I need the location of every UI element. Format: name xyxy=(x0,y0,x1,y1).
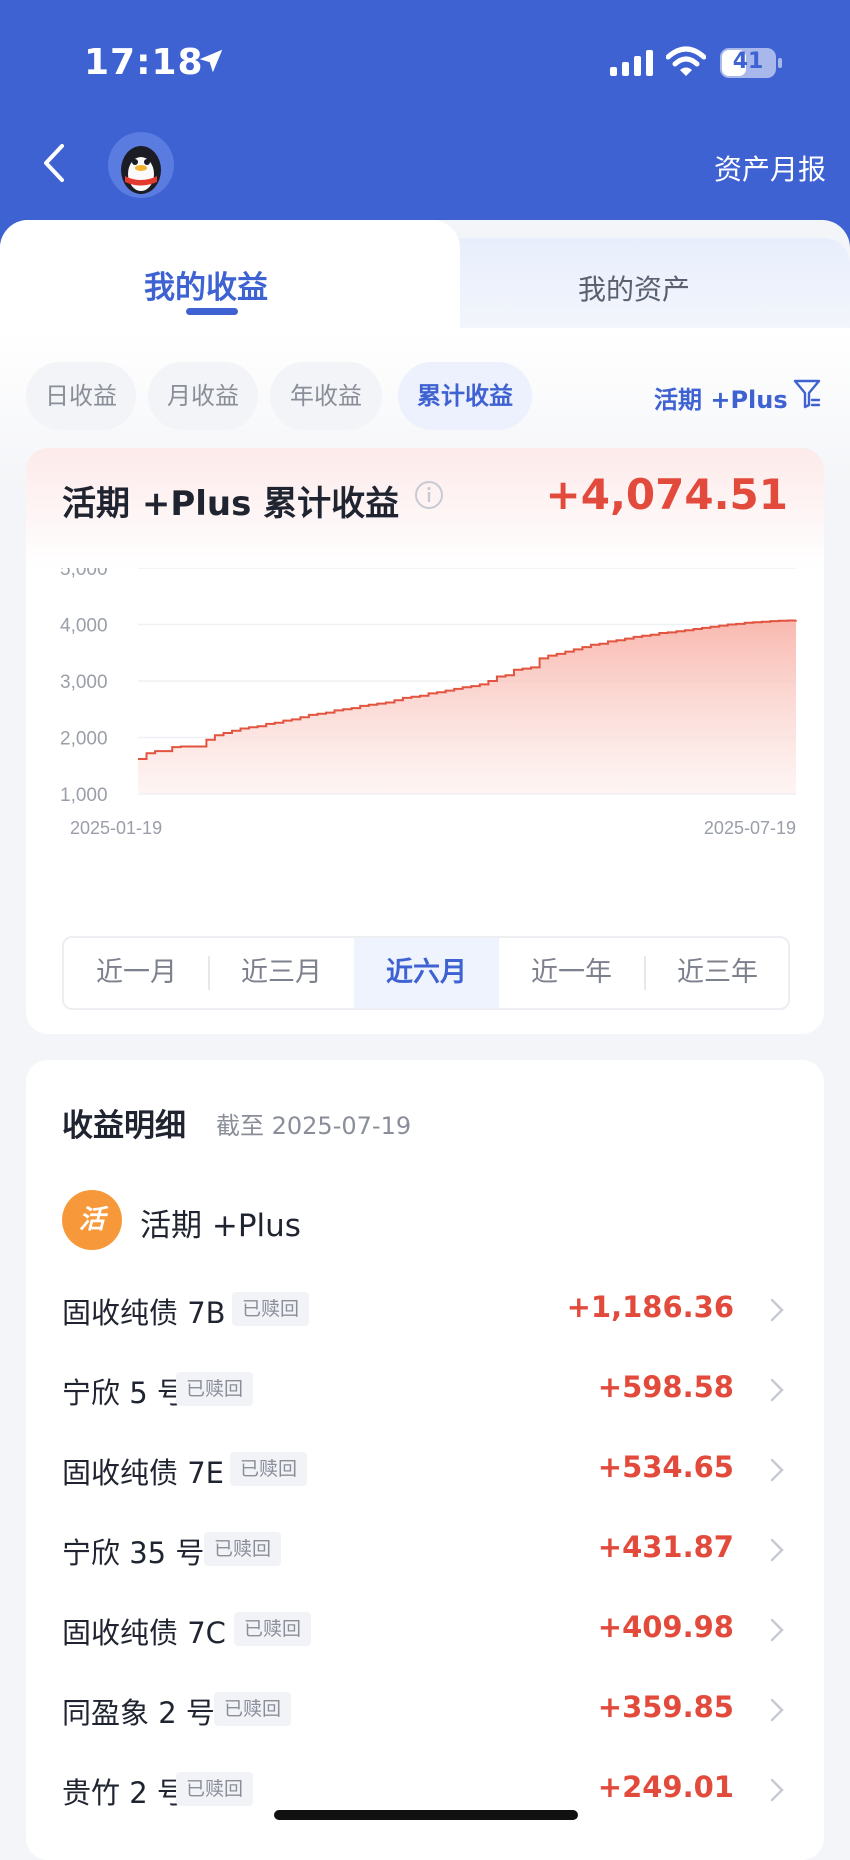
time-range-selector: 近一月 近三月 近六月 近一年 近三年 xyxy=(62,936,790,1010)
item-value: +249.01 xyxy=(597,1770,734,1804)
item-name: 固收纯债 7C xyxy=(62,1616,226,1650)
item-status-tag: 已赎回 xyxy=(232,1292,310,1326)
chip-cumulative[interactable]: 累计收益 xyxy=(398,362,532,430)
chip-yearly[interactable]: 年收益 xyxy=(270,362,382,430)
cumulative-earnings-card: 活期 +Plus 累计收益 +4,074.51 5,000 4,000 3,000 2… xyxy=(26,448,824,1034)
chevron-right-icon xyxy=(770,1378,784,1402)
list-item[interactable]: 固收纯债 7E 已赎回 +534.65 xyxy=(26,1428,824,1508)
list-item[interactable]: 固收纯债 7B 已赎回 +1,186.36 xyxy=(26,1268,824,1348)
chevron-right-icon xyxy=(770,1458,784,1482)
back-chevron-icon[interactable] xyxy=(34,138,74,188)
earnings-detail-card: 收益明细 截至 2025-07-19 活 活期 +Plus 固收纯债 7B 已赎… xyxy=(26,1060,824,1860)
x-end-label: 2025-07-19 xyxy=(704,818,796,838)
battery-icon: 41 xyxy=(720,48,782,78)
item-name: 固收纯债 7B xyxy=(62,1296,226,1330)
chip-monthly[interactable]: 月收益 xyxy=(148,362,258,430)
chart-area xyxy=(138,620,796,794)
tab-my-earnings[interactable]: 我的收益 xyxy=(144,262,268,307)
list-item[interactable]: 同盈象 2 号 已赎回 +359.85 xyxy=(26,1668,824,1748)
summary-title: 活期 +Plus 累计收益 xyxy=(62,484,400,524)
chevron-right-icon xyxy=(770,1618,784,1642)
status-time: 17:18 xyxy=(84,42,204,83)
range-6m[interactable]: 近六月 xyxy=(354,938,499,1008)
item-status-tag: 已赎回 xyxy=(204,1532,282,1566)
product-filter-label[interactable]: 活期 +Plus xyxy=(654,380,788,415)
item-name: 宁欣 35 号 xyxy=(62,1536,205,1570)
location-arrow-icon xyxy=(199,49,223,73)
item-value: +359.85 xyxy=(597,1690,734,1724)
item-status-tag: 已赎回 xyxy=(214,1692,292,1726)
item-status-tag: 已赎回 xyxy=(234,1612,312,1646)
list-item[interactable]: 宁欣 5 号 已赎回 +598.58 xyxy=(26,1348,824,1428)
chip-daily[interactable]: 日收益 xyxy=(26,362,136,430)
status-bar: 17:18 41 xyxy=(0,0,850,120)
wifi-icon xyxy=(666,46,706,76)
list-item[interactable]: 宁欣 35 号 已赎回 +431.87 xyxy=(26,1508,824,1588)
chevron-right-icon xyxy=(770,1698,784,1722)
list-item[interactable]: 固收纯债 7C 已赎回 +409.98 xyxy=(26,1588,824,1668)
product-name: 活期 +Plus xyxy=(140,1208,301,1244)
product-badge: 活 xyxy=(62,1190,122,1250)
nav-bar: 资产月报 xyxy=(0,120,850,220)
range-1m[interactable]: 近一月 xyxy=(64,938,209,1008)
range-1y[interactable]: 近一年 xyxy=(499,938,644,1008)
item-value: +409.98 xyxy=(597,1610,734,1644)
item-value: +534.65 xyxy=(597,1450,734,1484)
chevron-right-icon xyxy=(770,1538,784,1562)
chevron-right-icon xyxy=(770,1778,784,1802)
item-status-tag: 已赎回 xyxy=(176,1372,254,1406)
tab-underline xyxy=(186,308,238,315)
summary-value: +4,074.51 xyxy=(545,470,788,519)
avatar[interactable] xyxy=(108,132,174,198)
item-name: 固收纯债 7E xyxy=(62,1456,224,1490)
range-3m[interactable]: 近三月 xyxy=(209,938,354,1008)
info-icon[interactable] xyxy=(414,480,444,510)
item-value: +1,186.36 xyxy=(566,1290,734,1324)
cellular-signal-icon xyxy=(610,50,653,76)
tab-my-assets[interactable]: 我的资产 xyxy=(578,268,690,308)
item-status-tag: 已赎回 xyxy=(176,1772,254,1806)
range-3y[interactable]: 近三年 xyxy=(645,938,788,1008)
item-name: 宁欣 5 号 xyxy=(62,1376,186,1410)
item-status-tag: 已赎回 xyxy=(230,1452,308,1486)
tab-bar: 我的收益 我的资产 xyxy=(0,220,850,330)
earnings-type-chips: 日收益 月收益 年收益 累计收益 活期 +Plus xyxy=(26,362,826,432)
battery-level: 41 xyxy=(732,49,764,74)
y-tick-label: 3,000 xyxy=(60,672,108,693)
y-tick-label: 4,000 xyxy=(60,616,108,637)
penguin-avatar-icon xyxy=(121,146,161,194)
x-start-label: 2025-01-19 xyxy=(70,818,162,838)
home-indicator xyxy=(274,1810,578,1820)
item-name: 贵竹 2 号 xyxy=(62,1776,186,1810)
earnings-area-chart: 5,000 4,000 3,000 2,000 1,000 2025-01-19 202… xyxy=(60,568,797,838)
monthly-report-link[interactable]: 资产月报 xyxy=(714,148,826,188)
main-card: 我的收益 我的资产 日收益 月收益 年收益 累计收益 活期 +Plus 活期 +… xyxy=(0,220,850,1860)
chevron-right-icon xyxy=(770,1298,784,1322)
y-tick-label: 2,000 xyxy=(60,729,108,750)
y-tick-label: 5,000 xyxy=(60,568,108,580)
detail-title: 收益明细 xyxy=(62,1108,186,1144)
y-tick-label: 1,000 xyxy=(60,785,108,806)
item-name: 同盈象 2 号 xyxy=(62,1696,215,1730)
detail-as-of: 截至 2025-07-19 xyxy=(216,1112,412,1140)
item-value: +598.58 xyxy=(597,1370,734,1404)
filter-icon[interactable] xyxy=(792,378,822,410)
item-value: +431.87 xyxy=(597,1530,734,1564)
